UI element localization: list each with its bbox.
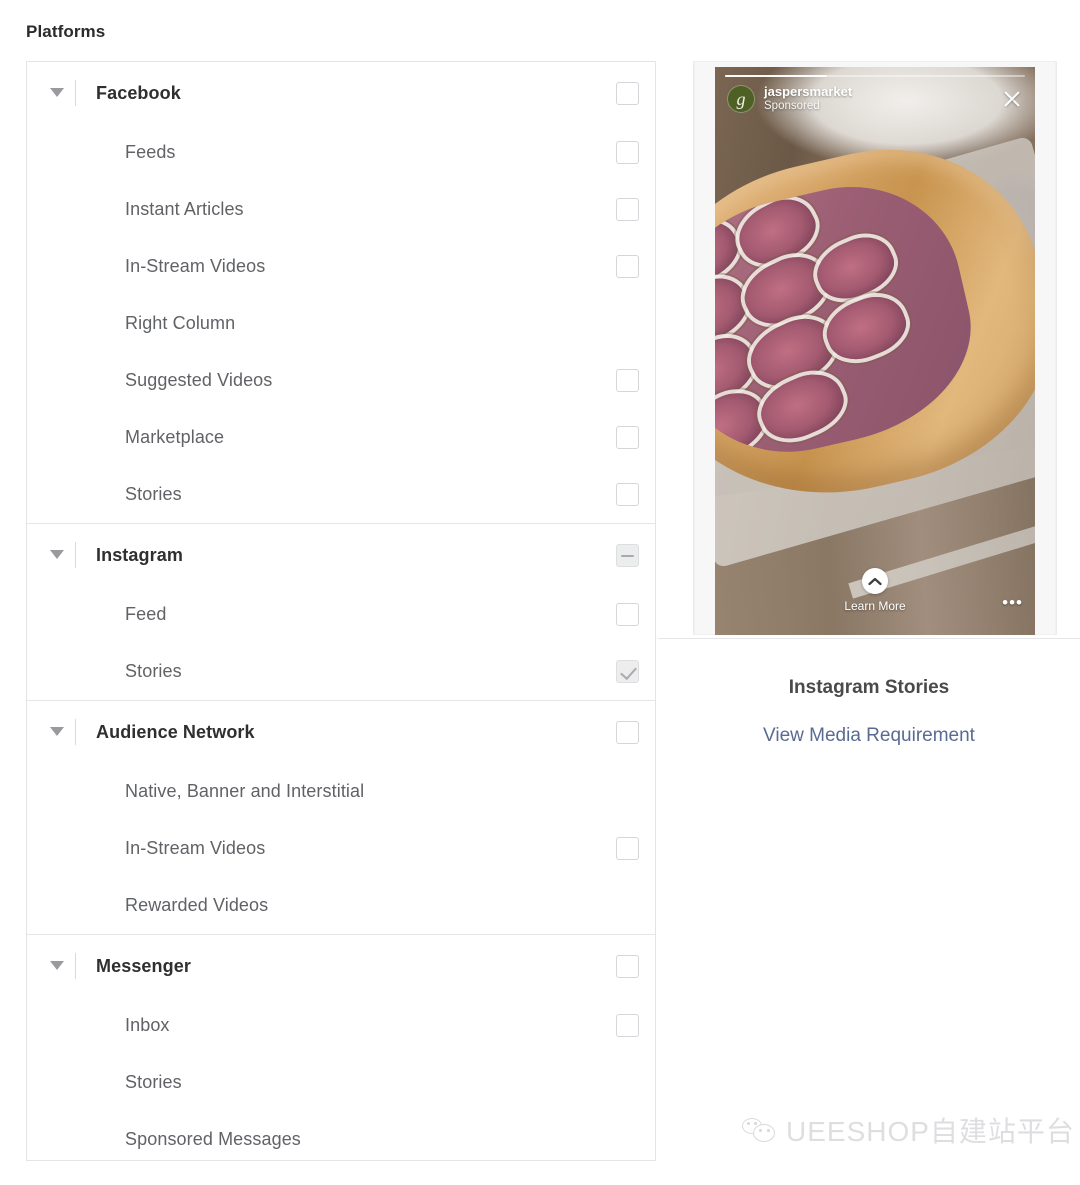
checkbox-instagram[interactable] [616, 543, 639, 567]
platforms-panel: Facebook Feeds Instant Articles In-Strea… [26, 61, 656, 1161]
group-divider [75, 953, 76, 979]
group-label: Instagram [96, 544, 183, 565]
checkbox-facebook[interactable] [616, 81, 639, 105]
checkbox-an-in-stream-videos[interactable] [616, 837, 639, 860]
item-label: Suggested Videos [125, 370, 273, 390]
platform-item-facebook-stories[interactable]: Stories [27, 466, 655, 523]
caret-down-icon[interactable] [49, 958, 65, 974]
story-progress-bar [725, 75, 1025, 77]
group-header-messenger[interactable]: Messenger [27, 935, 655, 997]
close-icon[interactable] [1001, 88, 1023, 110]
checkbox-placeholder [616, 780, 639, 803]
ad-preview-panel: g jaspersmarket Sponsored Learn More •••… [658, 61, 1080, 1161]
group-header-audience-network[interactable]: Audience Network [27, 701, 655, 763]
group-divider [75, 80, 76, 106]
platform-item-native-banner-interstitial[interactable]: Native, Banner and Interstitial [27, 763, 655, 820]
platform-group-messenger: Messenger Inbox Stories Sponsored Messag… [27, 935, 655, 1168]
checkbox-inbox[interactable] [616, 1014, 639, 1037]
group-label: Audience Network [96, 721, 255, 742]
item-label: Rewarded Videos [125, 895, 269, 915]
ad-creative-image [715, 67, 1035, 635]
watermark-text: UEESHOP自建站平台 [786, 1116, 1075, 1147]
platform-item-inbox[interactable]: Inbox [27, 997, 655, 1054]
platform-item-marketplace[interactable]: Marketplace [27, 409, 655, 466]
item-label: Stories [125, 1072, 182, 1092]
group-divider [75, 542, 76, 568]
platform-item-an-in-stream-videos[interactable]: In-Stream Videos [27, 820, 655, 877]
preview-caption: Instagram Stories [788, 677, 950, 698]
item-label: Right Column [125, 313, 236, 333]
platform-item-suggested-videos[interactable]: Suggested Videos [27, 352, 655, 409]
avatar: g [727, 85, 755, 113]
story-username: jaspersmarket [764, 84, 853, 100]
item-label: Inbox [125, 1015, 170, 1035]
item-label: Marketplace [125, 427, 225, 447]
item-label: Native, Banner and Interstitial [125, 781, 365, 801]
checkbox-in-stream-videos[interactable] [616, 255, 639, 278]
caret-down-icon[interactable] [49, 724, 65, 740]
chevron-up-icon[interactable] [862, 568, 888, 594]
wechat-icon [742, 1116, 776, 1144]
watermark: UEESHOP自建站平台 [742, 1110, 1075, 1150]
platform-group-instagram: Instagram Feed Stories [27, 524, 655, 701]
story-sponsored-label: Sponsored [764, 100, 820, 113]
view-media-requirement-link[interactable]: View Media Requirement [658, 725, 1080, 747]
checkbox-facebook-stories[interactable] [616, 483, 639, 506]
phone-screen: g jaspersmarket Sponsored Learn More ••• [715, 67, 1035, 635]
checkbox-feeds[interactable] [616, 141, 639, 164]
item-label: In-Stream Videos [125, 838, 266, 858]
checkbox-audience-network[interactable] [616, 720, 639, 744]
platform-item-messenger-stories[interactable]: Stories [27, 1054, 655, 1111]
story-cta[interactable]: Learn More [715, 568, 1035, 613]
group-label: Facebook [96, 82, 181, 103]
story-identity: jaspersmarket Sponsored [764, 84, 853, 113]
cta-label: Learn More [844, 599, 906, 613]
item-label: Instant Articles [125, 199, 244, 219]
phone-mockup: g jaspersmarket Sponsored Learn More ••• [658, 61, 1080, 639]
item-label: Feeds [125, 142, 176, 162]
item-label: Sponsored Messages [125, 1129, 301, 1149]
page-title: Platforms [26, 22, 106, 41]
group-header-instagram[interactable]: Instagram [27, 524, 655, 586]
photo-fig-slice [818, 287, 914, 369]
platform-item-feeds[interactable]: Feeds [27, 124, 655, 181]
item-label: In-Stream Videos [125, 256, 266, 276]
group-label: Messenger [96, 955, 191, 976]
checkbox-placeholder [616, 894, 639, 917]
item-label: Stories [125, 661, 182, 681]
checkbox-instagram-stories[interactable] [616, 660, 639, 683]
checkbox-instant-articles[interactable] [616, 198, 639, 221]
checkbox-suggested-videos[interactable] [616, 369, 639, 392]
checkbox-messenger[interactable] [616, 954, 639, 978]
platform-item-instagram-feed[interactable]: Feed [27, 586, 655, 643]
checkbox-placeholder [616, 1071, 639, 1094]
platform-item-in-stream-videos[interactable]: In-Stream Videos [27, 238, 655, 295]
platform-item-instagram-stories[interactable]: Stories [27, 643, 655, 700]
group-divider [75, 719, 76, 745]
platform-item-right-column[interactable]: Right Column [27, 295, 655, 352]
group-header-facebook[interactable]: Facebook [27, 62, 655, 124]
ellipsis-icon[interactable]: ••• [1002, 594, 1023, 611]
checkbox-instagram-feed[interactable] [616, 603, 639, 626]
platform-item-instant-articles[interactable]: Instant Articles [27, 181, 655, 238]
item-label: Feed [125, 604, 167, 624]
checkbox-marketplace[interactable] [616, 426, 639, 449]
platform-item-sponsored-messages[interactable]: Sponsored Messages [27, 1111, 655, 1168]
caret-down-icon[interactable] [49, 547, 65, 563]
caret-down-icon[interactable] [49, 85, 65, 101]
platform-group-audience-network: Audience Network Native, Banner and Inte… [27, 701, 655, 935]
story-header: g jaspersmarket Sponsored [727, 84, 1023, 113]
checkbox-placeholder [616, 1128, 639, 1151]
checkbox-placeholder [616, 312, 639, 335]
platform-item-rewarded-videos[interactable]: Rewarded Videos [27, 877, 655, 934]
item-label: Stories [125, 484, 182, 504]
platform-group-facebook: Facebook Feeds Instant Articles In-Strea… [27, 62, 655, 524]
screenshot-root: Platforms Facebook Feeds Instant Article… [0, 0, 1080, 1185]
